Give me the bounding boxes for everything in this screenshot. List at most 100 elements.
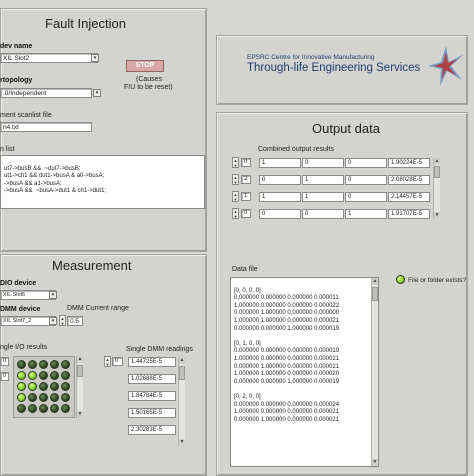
data-file-scrollbar[interactable]: ▲ ▼: [371, 278, 378, 466]
io-index-1[interactable]: 0: [0, 357, 9, 366]
logo-line-1: EPSRC Centre for Innovative Manufacturin…: [247, 54, 375, 61]
single-io-label: ngle I/O results: [0, 344, 48, 351]
io-led: [61, 382, 70, 391]
dmm-readings-scrollbar[interactable]: ▲ ▼: [178, 357, 185, 446]
io-led: [39, 360, 48, 369]
scrollbar-thumb[interactable]: [372, 287, 378, 301]
data-file-line: [234, 333, 370, 341]
table-cell: 0: [302, 209, 344, 219]
table-cell: 0: [259, 175, 301, 185]
io-led: [50, 371, 59, 380]
dmm-range-field[interactable]: 0.5: [67, 316, 83, 326]
dmm-device-label: DMM device: [0, 306, 41, 313]
subdev-dropdown-button[interactable]: ▾: [91, 54, 99, 62]
data-file-textbox[interactable]: [0, 0, 0, 0] 0.000000 0.000000 0.000000 0…: [230, 277, 379, 467]
scrollbar-thumb[interactable]: [179, 366, 185, 380]
io-led: [50, 404, 59, 413]
io-led: [39, 382, 48, 391]
data-file-line: 0.000000 0.000000 0.000000 0.000024: [234, 401, 340, 408]
data-file-line: 0.000000 0.000000 1.000000 0.000019: [234, 378, 340, 385]
measurement-title: Measurement: [52, 258, 132, 273]
io-led: [17, 371, 26, 380]
subdev-label: dev name: [0, 43, 33, 50]
stop-note-1: (Causes: [136, 76, 163, 83]
file-exists-label: File or folder exists?: [408, 277, 467, 284]
data-file-line: [0, 1, 0, 0]: [234, 340, 261, 347]
fault-injection-title: Fault Injection: [45, 16, 126, 31]
scanlist-line: ut7->busB && ~dut7->busB;: [4, 165, 81, 172]
index-3-value[interactable]: 0: [241, 209, 251, 218]
scroll-up-icon[interactable]: ▲: [372, 278, 378, 285]
index-0-spinner[interactable]: ▲ ▼: [232, 157, 239, 168]
dmm-index-field[interactable]: 0: [112, 357, 123, 366]
io-led: [28, 360, 37, 369]
data-file-label: Data file: [232, 266, 258, 273]
scrollbar-thumb[interactable]: [434, 166, 440, 178]
scroll-down-icon[interactable]: ▼: [434, 212, 440, 219]
scroll-down-icon[interactable]: ▼: [179, 439, 185, 446]
topology-dropdown-button[interactable]: ▾: [93, 89, 101, 97]
io-index-2[interactable]: 0: [0, 372, 9, 381]
table-cell: 2.14457E-5: [388, 192, 430, 202]
dmm-reading: 1.44725E-5: [128, 357, 176, 367]
data-file-line: [234, 386, 370, 394]
dmm-reading: 1.84784E-5: [128, 391, 176, 401]
scanlist-textbox[interactable]: ut7->busB && ~dut7->busB; ut1->ch1 && dut…: [0, 155, 205, 209]
io-led: [17, 404, 26, 413]
table-cell: 1: [345, 209, 387, 219]
stop-button[interactable]: STOP: [126, 60, 164, 72]
topology-select[interactable]: .0/Independent: [0, 88, 92, 98]
topology-label: rtopology: [0, 77, 33, 84]
io-array-scrollbar[interactable]: ▲ ▼: [76, 356, 83, 418]
table-cell: 1.91707E-5: [388, 209, 430, 219]
dio-dropdown-button[interactable]: ▾: [49, 291, 57, 299]
dmm-dropdown-button[interactable]: ▾: [49, 317, 57, 325]
io-led: [50, 382, 59, 391]
subdev-select[interactable]: XIL Slot2: [0, 53, 98, 63]
data-file-line: [0, 2, 0, 0]: [234, 393, 261, 400]
io-led: [61, 360, 70, 369]
data-file-line: 0.000000 1.000000 0.000000 0.000021: [234, 363, 340, 370]
scroll-down-icon[interactable]: ▼: [77, 411, 83, 418]
io-led: [61, 404, 70, 413]
scanlist-line: ut1->ch1 && dut1->busA & a0->busA;: [4, 173, 105, 180]
dmm-device-select[interactable]: XIL Slot7_2: [0, 316, 56, 326]
output-data-title: Output data: [312, 121, 380, 136]
index-2-spinner[interactable]: ▲ ▼: [232, 191, 239, 202]
scroll-up-icon[interactable]: ▲: [77, 356, 83, 363]
data-file-line: 1.000000 0.000000 0.000000 0.000021: [234, 355, 340, 362]
table-cell: 0: [259, 209, 301, 219]
table-cell: 0: [345, 175, 387, 185]
index-1-value[interactable]: 2: [241, 175, 251, 184]
scanlist-file-field[interactable]: n4.txt: [0, 122, 92, 132]
table-cell: 0: [345, 192, 387, 202]
stop-note-2: FIU to be reset): [124, 84, 173, 91]
index-2-value[interactable]: 1: [241, 192, 251, 201]
io-led: [39, 404, 48, 413]
scroll-down-icon[interactable]: ▼: [372, 459, 378, 466]
dio-device-label: DIO device: [0, 280, 37, 287]
dmm-reading: 2.30283E-5: [128, 425, 176, 435]
scanlist-line: ->busA && a1->busA;: [4, 180, 62, 187]
scrollbar-thumb[interactable]: [77, 365, 83, 377]
io-led: [28, 382, 37, 391]
scroll-up-icon[interactable]: ▲: [434, 158, 440, 165]
led-array: [13, 356, 75, 418]
combined-results-scrollbar[interactable]: ▲ ▼: [433, 158, 440, 219]
io-led: [50, 393, 59, 402]
dmm-range-spinner[interactable]: ▲ ▼: [59, 315, 66, 326]
dmm-reading: 1.02688E-5: [128, 374, 176, 384]
dmm-range-label: DMM Current range: [67, 305, 129, 312]
index-1-spinner[interactable]: ▲ ▼: [232, 174, 239, 185]
index-0-value[interactable]: 0: [241, 158, 251, 167]
io-led: [50, 360, 59, 369]
dmm-index-spinner[interactable]: ▲ ▼: [104, 356, 111, 367]
data-file-line: 1.000000 0.000000 0.000000 0.000022: [234, 302, 340, 309]
data-file-line: 0.000000 0.000000 0.000000 0.000019: [234, 348, 340, 355]
index-3-spinner[interactable]: ▲ ▼: [232, 208, 239, 219]
data-file-line: 1.000000 1.000000 0.000000 0.000020: [234, 371, 340, 378]
table-cell: 1.90224E-5: [388, 158, 430, 168]
data-file-line: 1.000000 0.000000 0.000000 0.000021: [234, 409, 340, 416]
dio-device-select[interactable]: XIL Slot6: [0, 290, 56, 300]
scroll-up-icon[interactable]: ▲: [179, 357, 185, 364]
